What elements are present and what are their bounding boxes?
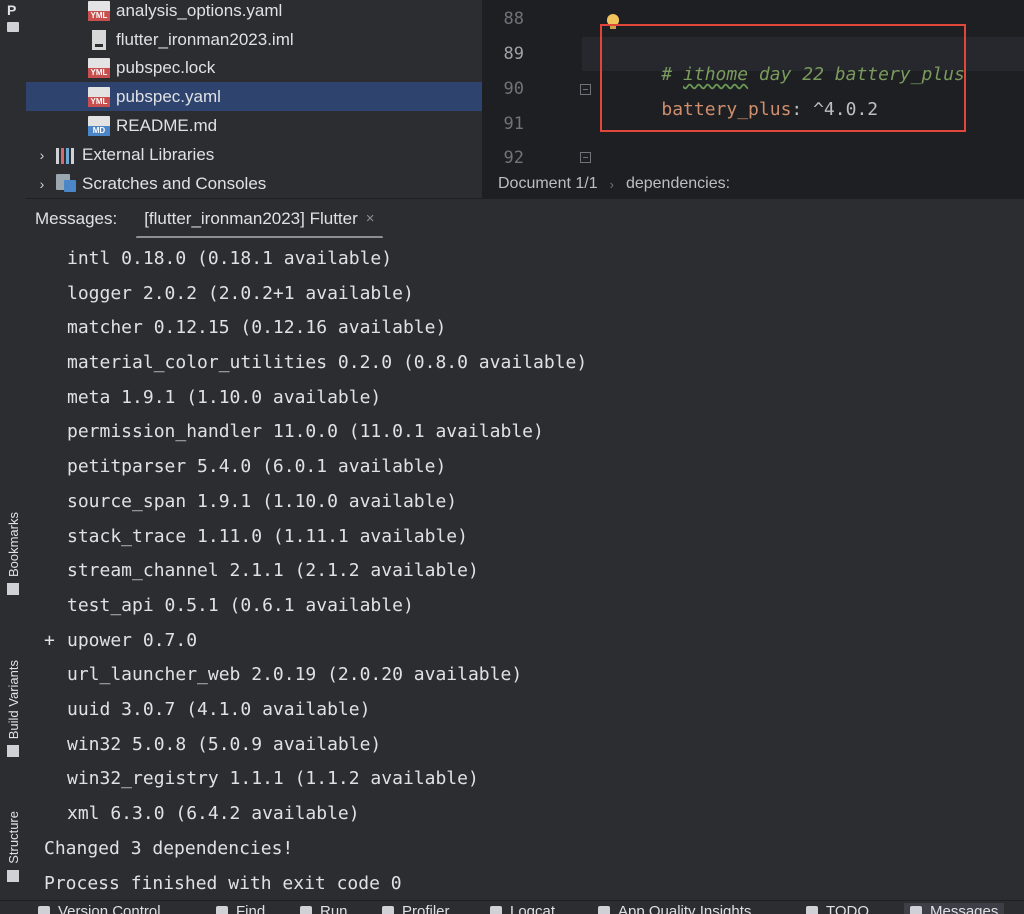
- console-exit-status: Process finished with exit code 0: [44, 873, 402, 894]
- profiler-button[interactable]: Profiler: [382, 903, 450, 914]
- tree-item-iml[interactable]: flutter_ironman2023.iml: [26, 25, 544, 54]
- tree-item-analysis-options[interactable]: YML analysis_options.yaml: [26, 0, 544, 25]
- close-icon[interactable]: ×: [366, 210, 375, 227]
- folder-icon: [7, 22, 19, 32]
- tree-item-scratches[interactable]: › Scratches and Consoles: [26, 169, 492, 198]
- project-tree: YML analysis_options.yaml flutter_ironma…: [26, 0, 544, 198]
- tree-item-label: pubspec.lock: [116, 57, 216, 77]
- line-number: 91: [503, 114, 524, 134]
- breadcrumb-item-dependencies[interactable]: dependencies:: [626, 175, 730, 193]
- messages-button[interactable]: Messages: [904, 903, 1005, 914]
- tab-label: [flutter_ironman2023] Flutter: [144, 208, 358, 228]
- tab-flutter-messages[interactable]: [flutter_ironman2023] Flutter ×: [136, 199, 383, 239]
- bookmark-icon: [7, 583, 19, 595]
- logcat-button[interactable]: Logcat: [490, 903, 555, 914]
- project-tool-label: P: [7, 2, 17, 18]
- tree-item-pubspec-lock[interactable]: YML pubspec.lock: [26, 53, 544, 82]
- console-line: stack_trace 1.11.0 (1.11.1 available): [67, 526, 468, 547]
- branch-icon: [38, 905, 50, 914]
- tree-item-external-libraries[interactable]: › External Libraries: [26, 140, 492, 169]
- messages-title: Messages:: [35, 208, 118, 228]
- bottom-tool-bar: Version Control Find Run Profiler Logcat…: [0, 900, 1024, 914]
- fold-marker-icon[interactable]: [580, 84, 591, 95]
- console-line: logger 2.0.2 (2.0.2+1 available): [67, 283, 414, 304]
- tree-item-label: analysis_options.yaml: [116, 0, 283, 20]
- console-line: win32_registry 1.1.1 (1.1.2 available): [67, 768, 479, 789]
- search-icon: [216, 905, 228, 914]
- console-line: win32 5.0.8 (5.0.9 available): [67, 734, 382, 755]
- console-line: intl 0.18.0 (0.18.1 available): [67, 248, 393, 269]
- run-button[interactable]: Run: [300, 903, 348, 914]
- tree-item-label: flutter_ironman2023.iml: [116, 29, 294, 49]
- editor-breadcrumb: Document 1/1 › dependencies:: [482, 170, 1024, 198]
- tree-item-label: README.md: [116, 115, 218, 135]
- todo-button[interactable]: TODO: [806, 903, 869, 914]
- console-line-added: + upower 0.7.0: [44, 630, 198, 651]
- messages-console[interactable]: intl 0.18.0 (0.18.1 available) logger 2.…: [26, 238, 1024, 900]
- code-editor[interactable]: 88 89 90 91 92 # ithome day 22 battery_p…: [482, 0, 1024, 198]
- bookmarks-tool-tab[interactable]: Bookmarks: [0, 480, 26, 595]
- line-number: 88: [503, 9, 524, 29]
- library-icon: [56, 146, 76, 164]
- breadcrumb-item-document[interactable]: Document 1/1: [498, 175, 598, 193]
- console-line: xml 6.3.0 (6.4.2 available): [67, 803, 360, 824]
- bookmarks-label: Bookmarks: [5, 511, 21, 577]
- annotation-highlight-box: [600, 24, 966, 132]
- yaml-file-icon: YML: [88, 86, 110, 107]
- version-control-button[interactable]: Version Control: [38, 903, 161, 914]
- yaml-file-icon: YML: [88, 57, 110, 78]
- console-line: uuid 3.0.7 (4.1.0 available): [67, 699, 371, 720]
- console-line: url_launcher_web 2.0.19 (2.0.20 availabl…: [67, 664, 523, 685]
- console-line: material_color_utilities 0.2.0 (0.8.0 av…: [67, 352, 588, 373]
- console-line: test_api 0.5.1 (0.6.1 available): [67, 595, 414, 616]
- structure-icon: [7, 870, 19, 882]
- chevron-right-icon: ›: [609, 176, 614, 192]
- find-button[interactable]: Find: [216, 903, 265, 914]
- tree-item-pubspec-yaml[interactable]: YML pubspec.yaml: [26, 82, 544, 111]
- fold-marker-icon[interactable]: [580, 152, 591, 163]
- messages-icon: [910, 905, 922, 914]
- build-variants-tool-tab[interactable]: Build Variants: [0, 622, 26, 757]
- console-summary: Changed 3 dependencies!: [44, 838, 294, 859]
- console-line: matcher 0.12.15 (0.12.16 available): [67, 317, 447, 338]
- console-line: stream_channel 2.1.1 (2.1.2 available): [67, 560, 479, 581]
- structure-tool-tab[interactable]: Structure: [0, 782, 26, 882]
- list-icon: [806, 905, 818, 914]
- markdown-file-icon: MD: [88, 115, 110, 136]
- scratch-icon: [56, 173, 78, 194]
- tree-item-label: External Libraries: [82, 144, 215, 164]
- project-tool-button[interactable]: P: [4, 2, 22, 34]
- app-quality-insights-button[interactable]: App Quality Insights: [598, 903, 751, 914]
- yaml-file-icon: YML: [88, 0, 110, 21]
- build-variants-label: Build Variants: [5, 659, 21, 739]
- chevron-right-icon[interactable]: ›: [36, 176, 48, 192]
- profiler-icon: [382, 905, 394, 914]
- globe-icon: [598, 905, 610, 914]
- android-icon: [7, 745, 19, 757]
- line-number: 90: [503, 79, 524, 99]
- console-line: permission_handler 11.0.0 (11.0.1 availa…: [67, 421, 544, 442]
- left-tool-strip: P Bookmarks Build Variants Structure: [0, 0, 27, 914]
- line-number: 89: [503, 44, 524, 64]
- play-icon: [300, 905, 312, 914]
- console-line: petitparser 5.4.0 (6.0.1 available): [67, 456, 447, 477]
- tree-item-label: pubspec.yaml: [116, 86, 221, 106]
- line-number: 92: [503, 148, 524, 168]
- chevron-right-icon[interactable]: ›: [36, 147, 48, 163]
- tree-item-readme[interactable]: MD README.md: [26, 111, 544, 140]
- console-line: source_span 1.9.1 (1.10.0 available): [67, 491, 458, 512]
- tree-item-label: Scratches and Consoles: [82, 173, 267, 193]
- structure-label: Structure: [5, 811, 21, 864]
- iml-file-icon: [92, 29, 106, 50]
- editor-gutter: 88 89 90 91 92: [482, 0, 591, 170]
- logcat-icon: [490, 905, 502, 914]
- console-line: meta 1.9.1 (1.10.0 available): [67, 387, 382, 408]
- messages-tool-header: Messages: [flutter_ironman2023] Flutter …: [26, 198, 1024, 239]
